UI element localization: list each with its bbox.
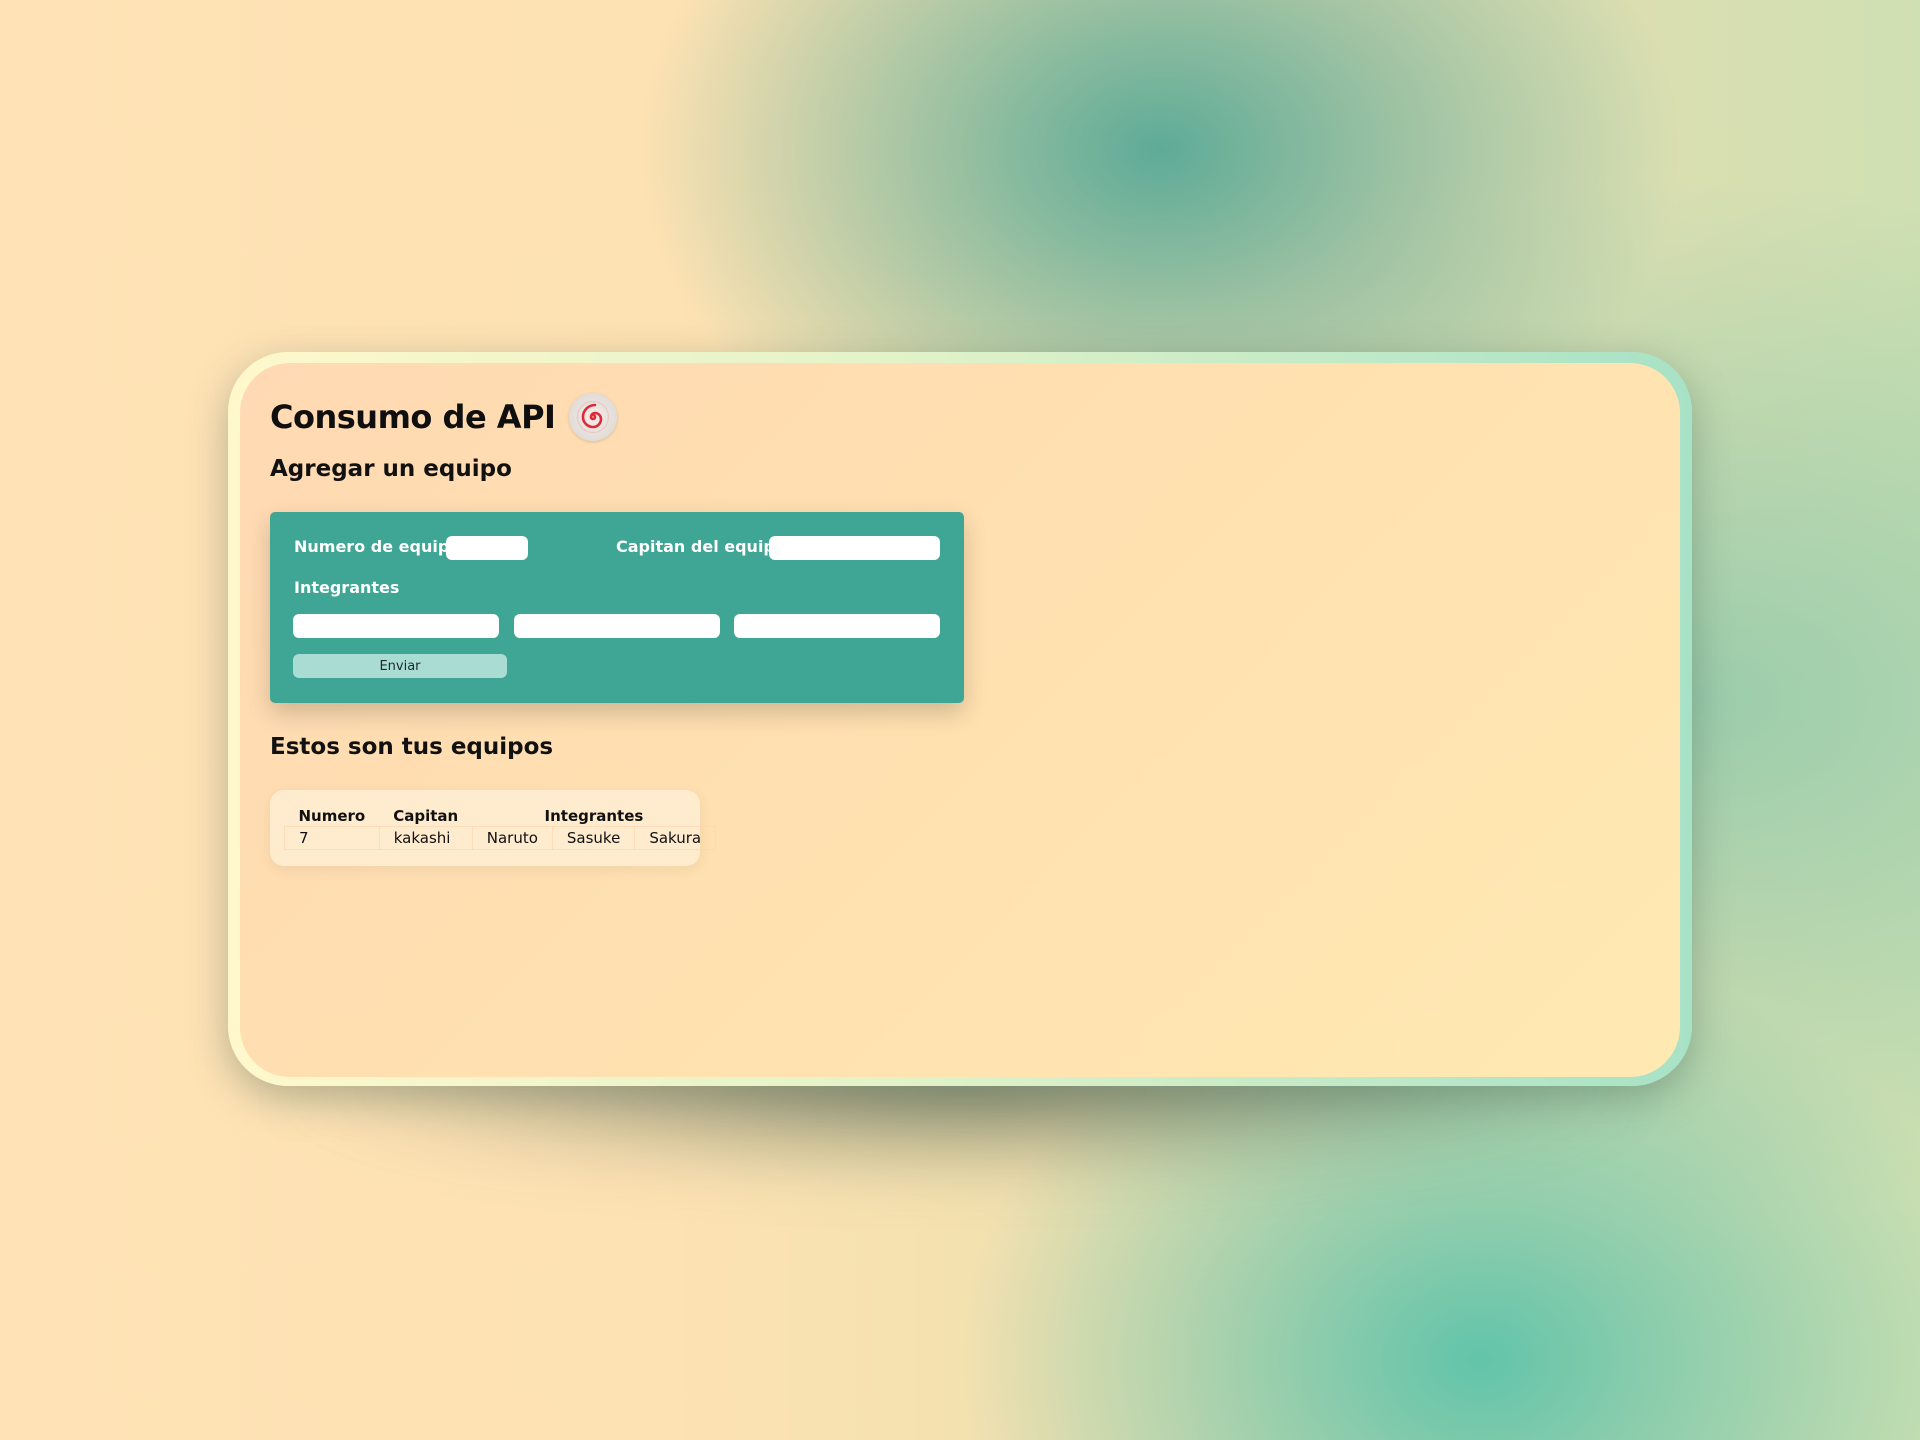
member-1-input[interactable] [293, 614, 499, 638]
cell-member-3: Sakura [634, 826, 717, 850]
member-2-input[interactable] [514, 614, 720, 638]
members-label: Integrantes [294, 578, 400, 597]
team-number-input[interactable] [446, 536, 528, 560]
teams-heading: Estos son tus equipos [270, 734, 554, 760]
column-header-members: Integrantes [544, 807, 644, 825]
swirl-icon [577, 400, 610, 434]
cell-member-1: Naruto [471, 826, 553, 850]
page-title: Consumo de API [270, 398, 556, 436]
team-number-label: Numero de equipo: [294, 537, 467, 556]
teams-table-card: Numero Capitan Integrantes 7 kakashi Nar… [270, 790, 717, 866]
captain-label: Capitan del equipo: [616, 537, 793, 556]
submit-button[interactable]: Enviar [293, 654, 507, 678]
swirl-logo-icon [569, 393, 618, 441]
table-header-row: Numero Capitan Integrantes [285, 806, 716, 827]
captain-input[interactable] [769, 536, 940, 560]
column-header-number: Numero [298, 807, 366, 825]
teams-table: Numero Capitan Integrantes 7 kakashi Nar… [284, 806, 717, 850]
cell-number: 7 [284, 826, 380, 850]
add-team-form: Numero de equipo: Capitan del equipo: In… [270, 512, 964, 703]
cell-captain: kakashi [378, 826, 473, 850]
cell-member-2: Sasuke [551, 826, 636, 850]
add-team-heading: Agregar un equipo [270, 456, 512, 482]
member-3-input[interactable] [734, 614, 940, 638]
table-row: 7 kakashi Naruto Sasuke Sakura [284, 826, 717, 850]
app-window: Consumo de API Agregar un equipo Numero … [240, 363, 1680, 1077]
app-header: Consumo de API [270, 393, 618, 441]
column-header-captain: Capitan [393, 807, 459, 825]
